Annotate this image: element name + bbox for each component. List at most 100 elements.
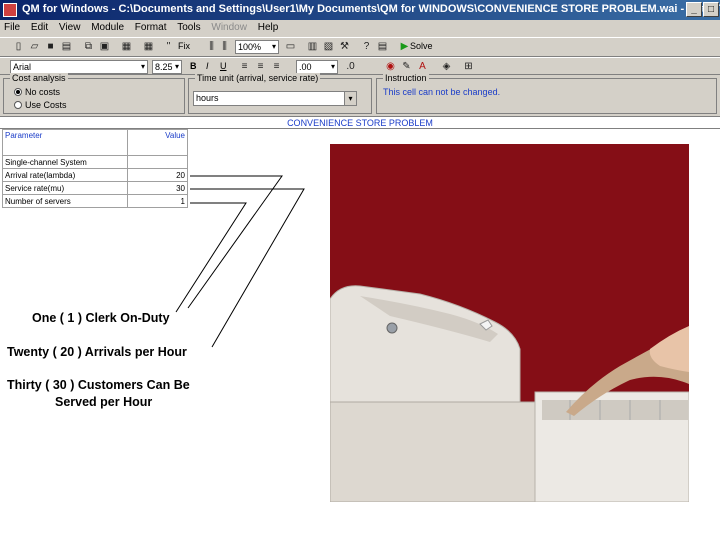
copy-icon[interactable]: ⧉: [82, 41, 95, 53]
cash-register-photo: [330, 144, 689, 502]
radio-no-costs-label: No costs: [25, 87, 61, 97]
solve-button[interactable]: Solve: [410, 41, 433, 51]
annotation-arrivals: Twenty ( 20 ) Arrivals per Hour: [7, 345, 187, 359]
menu-window[interactable]: Window: [207, 20, 251, 33]
app-icon: [3, 3, 17, 17]
value-cell[interactable]: 30: [126, 181, 189, 195]
save-icon[interactable]: ■: [44, 41, 57, 53]
window-title: QM for Windows - C:\Documents and Settin…: [22, 3, 720, 15]
font-size-value: 8.25: [155, 62, 173, 72]
parameter-cell[interactable]: Number of servers: [2, 194, 128, 208]
fix-label[interactable]: Fix: [178, 41, 190, 51]
underline-button[interactable]: U: [220, 61, 227, 71]
radio-no-costs[interactable]: No costs: [14, 87, 60, 97]
chevron-down-icon: ▾: [271, 42, 276, 51]
table-header-row: Parameter Value: [2, 129, 189, 156]
tool-icon[interactable]: ⚒: [338, 41, 351, 53]
screen: QM for Windows - C:\Documents and Settin…: [0, 0, 720, 540]
annotation-clerk: One ( 1 ) Clerk On-Duty: [32, 311, 170, 325]
connector-service-line: [190, 188, 305, 348]
instruction-text: This cell can not be changed.: [383, 87, 501, 97]
table-icon[interactable]: ▥: [306, 41, 319, 53]
maximize-button[interactable]: □: [703, 2, 719, 17]
menu-bar: File Edit View Module Format Tools Windo…: [0, 20, 720, 37]
menu-help[interactable]: Help: [254, 20, 283, 33]
instruction-group: Instruction This cell can not be changed…: [376, 73, 717, 114]
chart-icon[interactable]: ▧: [322, 41, 335, 53]
radio-use-costs[interactable]: Use Costs: [14, 100, 67, 110]
decimals-select[interactable]: .00 ▾: [296, 60, 338, 74]
value-cell[interactable]: 1: [126, 194, 189, 208]
value-cell[interactable]: 20: [126, 168, 189, 182]
window-icon[interactable]: ▭: [284, 41, 297, 53]
column-header-parameter[interactable]: Parameter: [2, 129, 128, 156]
menu-format[interactable]: Format: [131, 20, 171, 33]
time-unit-select[interactable]: hours ▾: [193, 91, 357, 106]
zoom-select[interactable]: 100% ▾: [235, 40, 279, 54]
register-base-shape: [330, 401, 536, 502]
chevron-down-icon: ▾: [330, 62, 335, 71]
value-cell[interactable]: [126, 155, 189, 169]
help-icon[interactable]: ?: [360, 41, 373, 53]
decimal-format-icon[interactable]: .0: [344, 61, 357, 73]
bold-button[interactable]: B: [190, 61, 197, 71]
quote-icon[interactable]: ": [162, 41, 175, 53]
font-name-value: Arial: [13, 62, 32, 72]
radio-unselected-icon: [14, 101, 22, 109]
table-row: Number of servers 1: [2, 194, 189, 208]
minimize-button[interactable]: _: [686, 2, 702, 17]
calculator-icon[interactable]: ▤: [376, 41, 389, 53]
coin-tray-shape: [542, 400, 688, 420]
parameter-cell[interactable]: Service rate(mu): [2, 181, 128, 195]
grid-alt-icon[interactable]: ▦: [142, 41, 155, 53]
paste-icon[interactable]: ▣: [98, 41, 111, 53]
align-center-icon[interactable]: ≡: [254, 61, 267, 73]
chevron-down-icon: ▾: [140, 62, 145, 71]
format-toolbar: Arial ▾ 8.25 ▾ B I U ≡ ≡ ≡ .00 ▾ .0 ◉ ✎ …: [0, 57, 720, 75]
open-folder-icon[interactable]: ▱: [28, 41, 41, 53]
column-header-value[interactable]: Value: [126, 129, 189, 156]
zoom-value: 100%: [238, 42, 262, 52]
font-name-select[interactable]: Arial ▾: [10, 60, 148, 74]
font-color-icon[interactable]: A: [416, 61, 429, 73]
register-key-lock-icon: [386, 322, 398, 334]
parameter-cell[interactable]: Single-channel System: [2, 155, 128, 169]
table-row: Arrival rate(lambda) 20: [2, 168, 189, 182]
table-row: Single-channel System: [2, 155, 189, 169]
data-table: Parameter Value Single-channel System Ar…: [2, 129, 189, 208]
decimals-value: .00: [299, 62, 312, 72]
menu-edit[interactable]: Edit: [27, 20, 52, 33]
menu-module[interactable]: Module: [87, 20, 128, 33]
menu-view[interactable]: View: [55, 20, 85, 33]
connector-arrivals-line: [187, 175, 283, 309]
target-icon[interactable]: ◉: [384, 61, 397, 73]
print-icon[interactable]: ▤: [60, 41, 73, 53]
font-size-select[interactable]: 8.25 ▾: [152, 60, 182, 74]
title-bar: QM for Windows - C:\Documents and Settin…: [0, 0, 720, 20]
annotation-served-line1: Thirty ( 30 ) Customers Can Be: [7, 378, 190, 392]
columns-icon[interactable]: ⫼: [205, 41, 218, 53]
new-file-icon[interactable]: ▯: [12, 41, 25, 53]
align-right-icon[interactable]: ≡: [270, 61, 283, 73]
pen-icon[interactable]: ✎: [400, 61, 413, 73]
align-left-icon[interactable]: ≡: [238, 61, 251, 73]
time-unit-group: Time unit (arrival, service rate) hours …: [188, 73, 372, 114]
chevron-down-icon: ▾: [344, 92, 356, 105]
grid-icon[interactable]: ▦: [120, 41, 133, 53]
italic-button[interactable]: I: [206, 61, 209, 71]
radio-use-costs-label: Use Costs: [25, 100, 67, 110]
menu-tools[interactable]: Tools: [173, 20, 204, 33]
columns-alt-icon[interactable]: ⫼: [218, 41, 231, 53]
standard-toolbar: ▯ ▱ ■ ▤ ⧉ ▣ ▦ ▦ " Fix ⫼ ⫼ 100% ▾ ▭ ▥ ▧ ⚒…: [0, 37, 720, 57]
table-row: Service rate(mu) 30: [2, 181, 189, 195]
time-unit-value: hours: [196, 93, 219, 103]
fill-color-icon[interactable]: ◈: [440, 61, 453, 73]
table-caption: CONVENIENCE STORE PROBLEM: [287, 118, 433, 128]
chevron-down-icon: ▾: [174, 62, 179, 71]
borders-icon[interactable]: ⊞: [462, 61, 475, 73]
parameter-cell[interactable]: Arrival rate(lambda): [2, 168, 128, 182]
menu-file[interactable]: File: [0, 20, 24, 33]
options-panel: Cost analysis No costs Use Costs Time un…: [0, 73, 720, 117]
radio-selected-icon: [14, 88, 22, 96]
cost-analysis-label: Cost analysis: [10, 73, 68, 83]
